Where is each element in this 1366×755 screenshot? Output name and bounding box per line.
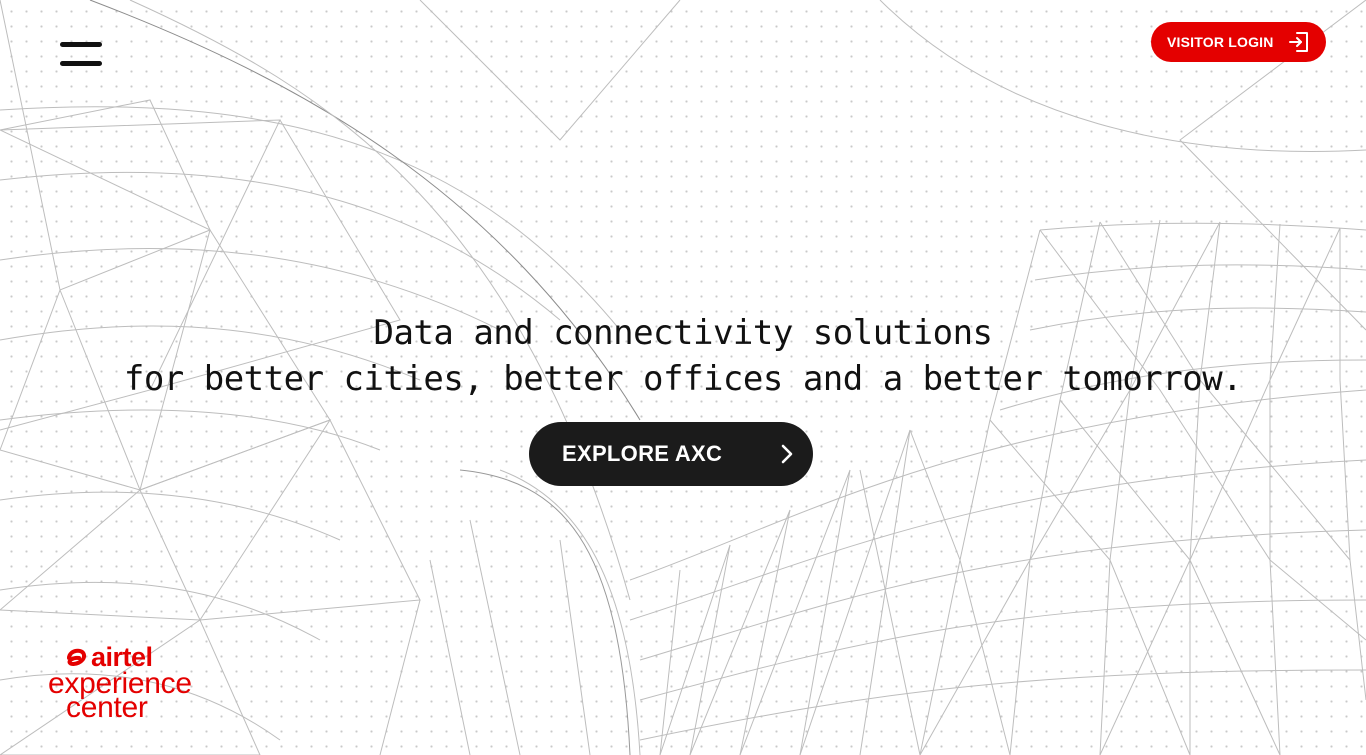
hero-headline-line2: for better cities, better offices and a … — [123, 359, 1243, 399]
visitor-login-button[interactable]: VISITOR LOGIN — [1151, 22, 1326, 62]
airtel-mark-icon — [67, 648, 86, 666]
hero-headline-line1: Data and connectivity solutions — [373, 313, 993, 353]
hero-section: Data and connectivity solutions for bett… — [0, 310, 1366, 402]
explore-axc-button[interactable]: EXPLORE AXC — [529, 422, 813, 486]
explore-axc-label: EXPLORE AXC — [562, 441, 723, 466]
hamburger-menu-button[interactable] — [60, 40, 104, 68]
hamburger-menu-icon-bar-bottom — [60, 61, 102, 66]
visitor-login-label: VISITOR LOGIN — [1167, 34, 1274, 50]
chevron-right-icon — [781, 444, 793, 464]
hamburger-menu-icon-bar-top — [60, 42, 102, 47]
login-arrow-icon — [1289, 32, 1308, 52]
airtel-experience-center-logo[interactable]: airtel experience center — [48, 642, 192, 723]
